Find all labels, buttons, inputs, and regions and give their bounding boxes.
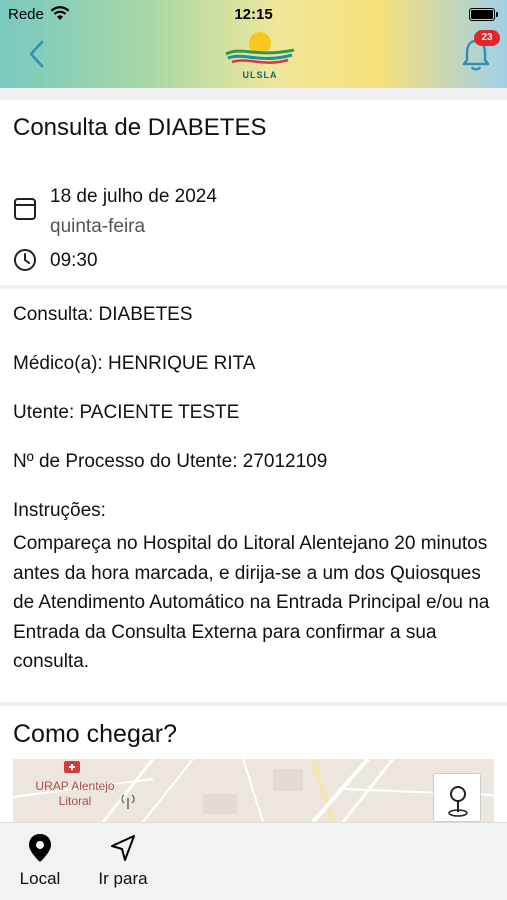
appointment-date: 18 de julho de 2024 [50,186,217,207]
details-card: Consulta: DIABETES Médico(a): HENRIQUE R… [0,289,507,702]
location-pin-icon [29,834,51,862]
logo-text: ULSLA [242,70,278,80]
directions-card: Como chegar? URAP Alentejo Litoral [0,706,507,822]
instructions-text: Compareça no Hospital do Litoral Alentej… [13,533,490,672]
map-pin-icon [448,786,468,817]
battery-icon [469,8,498,21]
clock-time: 12:15 [234,6,273,23]
map-location-button[interactable] [433,773,481,822]
medico-line: Médico(a): HENRIQUE RITA [13,353,256,374]
hospital-icon [64,761,80,773]
instructions-label: Instruções: [13,500,106,521]
notification-badge: 23 [474,30,500,46]
bottom-toolbar: Local Ir para [0,822,507,900]
processo-line: Nº de Processo do Utente: 27012109 [13,451,328,472]
clock-icon [13,248,37,272]
chevron-left-icon [29,40,44,68]
local-button[interactable]: Local [10,833,70,893]
back-button[interactable] [24,36,52,72]
appointment-card: Consulta de DIABETES 18 de julho de 2024… [0,100,507,285]
app-header: Rede 12:15 ULSLA 23 [0,0,507,88]
appointment-weekday: quinta-feira [50,216,146,237]
directions-title: Como chegar? [13,720,177,748]
map-view[interactable]: URAP Alentejo Litoral [13,759,494,822]
appointment-time: 09:30 [50,250,98,271]
local-label: Local [19,869,61,888]
antenna-icon [121,794,135,809]
ulsla-logo: ULSLA [222,30,298,82]
go-to-label: Ir para [98,869,148,888]
page-title: Consulta de DIABETES [13,114,267,141]
consulta-line: Consulta: DIABETES [13,304,193,325]
map-place-label: URAP Alentejo Litoral [35,779,115,808]
calendar-icon [13,196,37,222]
go-to-button[interactable]: Ir para [93,833,153,893]
utente-line: Utente: PACIENTE TESTE [13,402,240,423]
navigation-arrow-icon [111,835,135,861]
status-bar: Rede 12:15 [0,5,507,25]
